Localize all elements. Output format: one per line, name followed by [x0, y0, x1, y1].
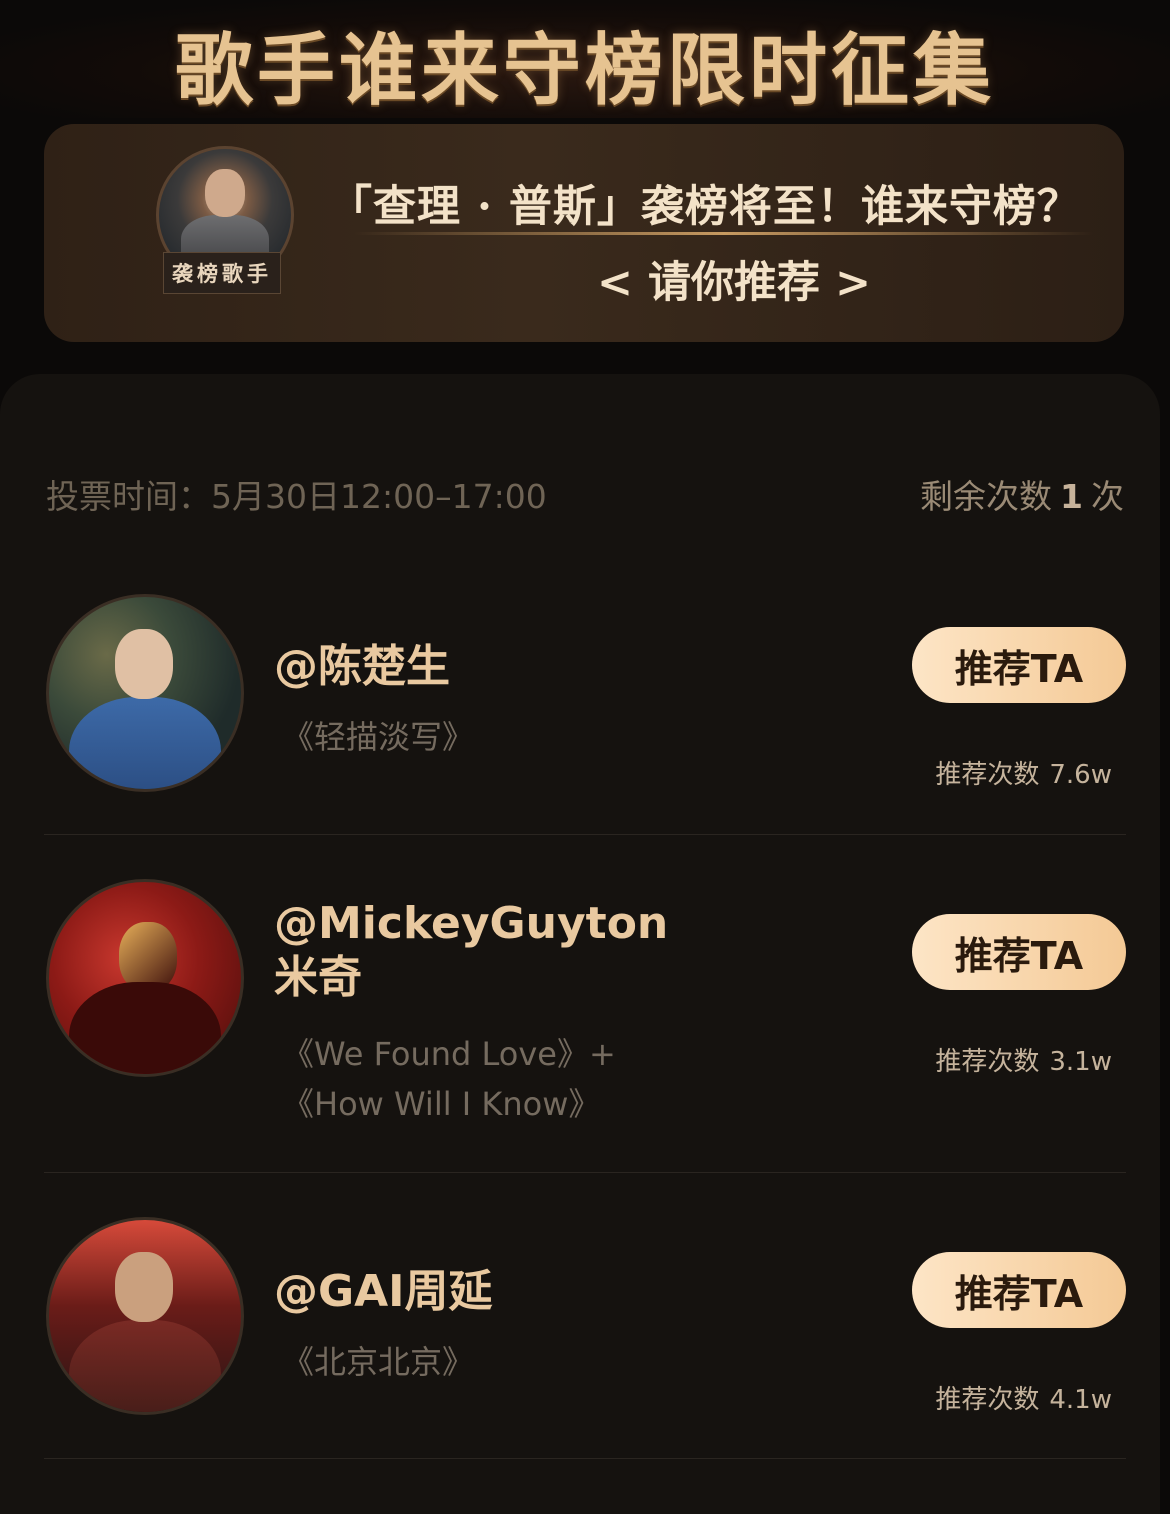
recommend-button[interactable]: 推荐TA — [912, 627, 1126, 703]
candidate-avatar[interactable] — [46, 1217, 244, 1415]
recommend-count: 推荐次数 7.6w — [935, 760, 1112, 790]
candidate-row: @MickeyGuyton 米奇 《We Found Love》+ 《How W… — [44, 835, 1126, 1173]
divider — [354, 232, 1094, 235]
page-title: 歌手谁来守榜限时征集 — [174, 25, 995, 116]
invite-headline: 「查理 · 普斯」袭榜将至！谁来守榜？ — [329, 182, 1081, 232]
recommend-count: 推荐次数 4.1w — [935, 1385, 1112, 1415]
recommend-prompt[interactable]: < 请你推荐 > — [329, 248, 1124, 310]
candidate-song: 《We Found Love》+ 《How Will I Know》 — [282, 1035, 616, 1123]
remaining-votes: 剩余次数 1 次 — [920, 470, 1124, 518]
candidate-name[interactable]: @陈楚生 — [274, 640, 450, 694]
candidate-song: 《北京北京》 — [282, 1343, 475, 1381]
row-divider — [44, 1458, 1126, 1459]
recommend-button[interactable]: 推荐TA — [912, 914, 1126, 990]
remaining-count: 1 — [1060, 477, 1083, 516]
candidate-name[interactable]: @MickeyGuyton 米奇 — [274, 897, 668, 1005]
candidate-song: 《轻描淡写》 — [282, 718, 475, 756]
candidate-avatar[interactable] — [46, 879, 244, 1077]
recommend-button[interactable]: 推荐TA — [912, 1252, 1126, 1328]
attacking-singer-badge: 袭榜歌手 — [163, 252, 281, 294]
candidate-name[interactable]: @GAI周延 — [274, 1265, 493, 1319]
candidate-row: @陈楚生 《轻描淡写》 推荐TA 推荐次数 7.6w — [44, 590, 1126, 835]
remaining-unit: 次 — [1091, 477, 1124, 516]
candidate-row: @GAI周延 《北京北京》 推荐TA 推荐次数 4.1w — [44, 1173, 1126, 1459]
candidate-avatar[interactable] — [46, 594, 244, 792]
vote-time: 投票时间：5月30日12:00–17:00 — [46, 477, 547, 516]
recommend-count: 推荐次数 3.1w — [935, 1047, 1112, 1077]
invite-card[interactable]: 袭榜歌手 「查理 · 普斯」袭榜将至！谁来守榜？ < 请你推荐 > — [44, 124, 1124, 342]
title-banner: 歌手谁来守榜限时征集 — [0, 0, 1170, 118]
remaining-label: 剩余次数 — [920, 477, 1053, 516]
